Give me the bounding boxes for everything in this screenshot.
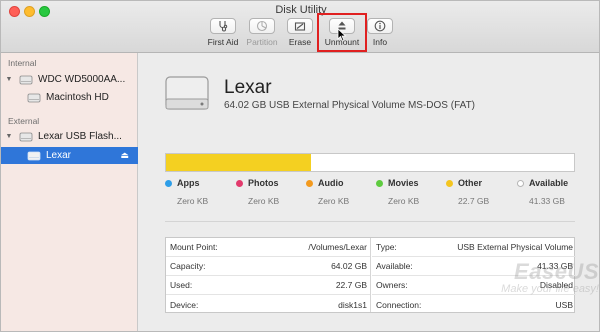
legend-dot <box>236 179 243 187</box>
sidebar-item-label: Macintosh HD <box>46 92 109 103</box>
watermark: EaseUS Make your life easy! <box>449 259 599 295</box>
usage-category-name: Audio <box>306 178 376 188</box>
legend-dot <box>376 179 383 187</box>
info-label: Device: <box>170 299 199 310</box>
category-label: Photos <box>248 178 279 188</box>
disk-utility-window: Disk Utility First Aid Partition Erase U… <box>0 0 600 332</box>
volume-description: 64.02 GB USB External Physical Volume MS… <box>224 100 476 111</box>
legend-dot <box>306 179 313 187</box>
usage-category-size: Zero KB <box>388 196 420 206</box>
volume-icon <box>27 151 41 160</box>
usage-category-movies: Movies Zero KB <box>376 178 446 206</box>
usage-category-photos: Photos Zero KB <box>236 178 306 206</box>
storage-usage-bar <box>165 153 575 172</box>
usage-bar-other-segment <box>166 154 311 171</box>
divider <box>165 221 575 222</box>
info-column-left: Mount Point: /Volumes/Lexar Capacity: 64.02… <box>166 238 371 312</box>
watermark-tagline: Make your life easy! <box>501 283 599 295</box>
hard-drive-icon <box>19 75 33 84</box>
sidebar-item-internal-disk[interactable]: ▼ WDC WD5000AA... <box>1 71 138 88</box>
usage-category-audio: Audio Zero KB <box>306 178 376 206</box>
info-value: 22.7 GB <box>335 280 367 290</box>
volume-name: Lexar <box>224 77 272 98</box>
usage-category-name: Apps <box>165 178 235 188</box>
usage-category-apps: Apps Zero KB <box>165 178 235 206</box>
sidebar-item-lexar[interactable]: Lexar ⏏ <box>1 147 138 164</box>
legend-dot <box>446 179 453 187</box>
usage-category-size: Zero KB <box>248 196 280 206</box>
info-row: Capacity: 64.02 GB <box>166 257 370 276</box>
eject-icon[interactable]: ⏏ <box>120 150 129 161</box>
partition-icon <box>256 20 268 32</box>
info-value: /Volumes/Lexar <box>308 242 367 252</box>
usage-category-size: Zero KB <box>318 196 350 206</box>
category-label: Other <box>458 178 483 188</box>
legend-dot <box>517 179 524 187</box>
info-row: Device: disk1s1 <box>166 295 370 314</box>
info-label: Type: <box>376 242 397 252</box>
legend-dot <box>165 179 172 187</box>
category-label: Movies <box>388 178 419 188</box>
window-title: Disk Utility <box>275 4 327 16</box>
info-row: Used: 22.7 GB <box>166 276 370 295</box>
usage-category-size: Zero KB <box>177 196 209 206</box>
usage-category-name: Photos <box>236 178 306 188</box>
toolbar: Disk Utility First Aid Partition Erase U… <box>1 1 599 53</box>
volume-icon <box>27 93 41 102</box>
sidebar-item-label: WDC WD5000AA... <box>38 74 126 85</box>
sidebar-section-internal: Internal <box>8 58 37 68</box>
info-row: Mount Point: /Volumes/Lexar <box>166 238 370 257</box>
sidebar-item-label: Lexar <box>46 150 72 161</box>
watermark-brand: EaseUS <box>514 259 599 284</box>
info-label: Used: <box>170 280 193 290</box>
sidebar-item-macintosh-hd[interactable]: Macintosh HD <box>1 89 138 106</box>
info-label: Mount Point: <box>170 242 218 252</box>
info-value: USB <box>555 299 573 310</box>
stethoscope-icon <box>219 21 228 32</box>
usage-category-name: Available <box>517 178 587 188</box>
info-label: Available: <box>376 261 413 271</box>
sidebar-item-label: Lexar USB Flash... <box>38 131 122 142</box>
category-label: Audio <box>318 178 344 188</box>
info-label: Capacity: <box>170 261 206 271</box>
usage-category-available: Available 41.33 GB <box>517 178 587 206</box>
category-label: Available <box>529 178 569 188</box>
usage-category-name: Movies <box>376 178 446 188</box>
info-value: USB External Physical Volume <box>457 242 573 252</box>
info-row: Connection: USB <box>372 295 576 314</box>
info-label: Connection: <box>376 299 422 310</box>
sidebar-item-external-disk[interactable]: ▼ Lexar USB Flash... <box>1 128 138 145</box>
mouse-cursor-icon <box>337 28 347 42</box>
info-value: 64.02 GB <box>331 261 367 271</box>
category-label: Apps <box>177 178 200 188</box>
sidebar-section-external: External <box>8 116 40 126</box>
usage-category-size: 41.33 GB <box>529 196 565 206</box>
info-row: Type: USB External Physical Volume <box>372 238 576 257</box>
usb-drive-icon <box>19 132 33 141</box>
info-value: disk1s1 <box>338 299 367 310</box>
sidebar: Internal ▼ WDC WD5000AA... Macintosh HD … <box>1 53 138 331</box>
usage-category-name: Other <box>446 178 516 188</box>
large-volume-icon <box>165 76 209 110</box>
erase-icon <box>294 22 306 31</box>
info-label: Owners: <box>376 280 408 290</box>
usage-category-other: Other 22.7 GB <box>446 178 516 206</box>
usage-category-size: 22.7 GB <box>458 196 490 206</box>
disclosure-triangle-icon[interactable]: ▼ <box>5 76 13 83</box>
info-icon <box>374 20 386 32</box>
disclosure-triangle-icon[interactable]: ▼ <box>5 133 13 140</box>
